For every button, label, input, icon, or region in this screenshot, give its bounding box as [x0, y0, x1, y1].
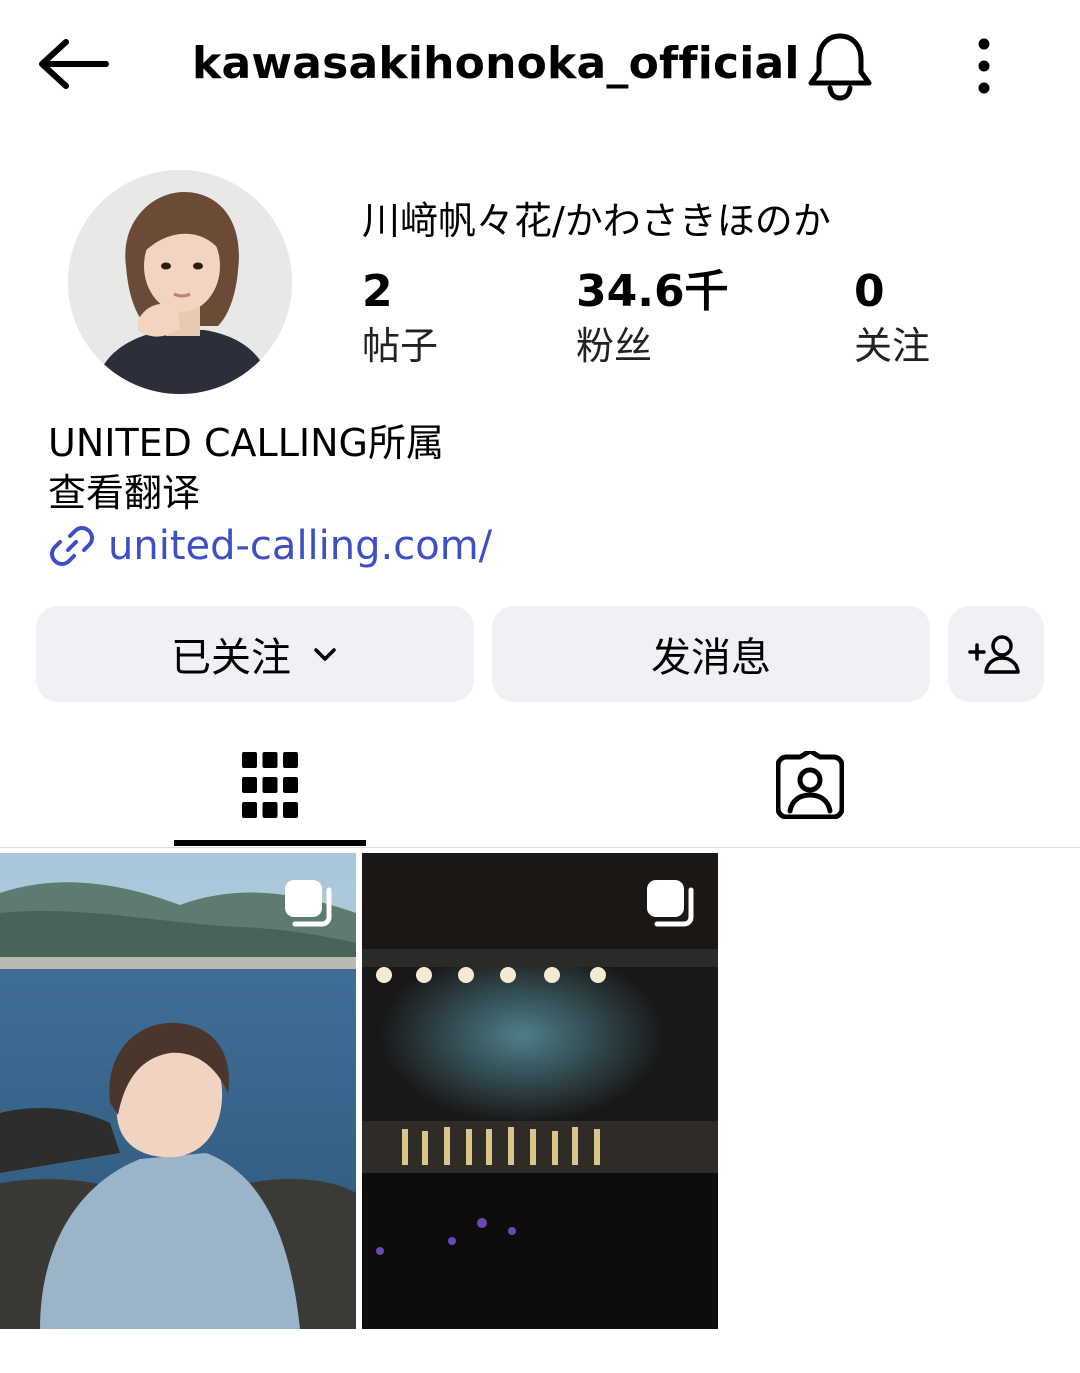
stat-followers[interactable]: 34.6千 粉丝 [576, 266, 729, 374]
bio: UNITED CALLING所属 查看翻译 [48, 418, 444, 518]
add-user-button[interactable] [948, 606, 1044, 702]
following-label: 关注 [854, 324, 931, 368]
link-text: united-calling.com/ [108, 523, 493, 569]
tab-posts-grid[interactable] [174, 722, 366, 848]
translate-link[interactable]: 查看翻译 [48, 468, 444, 518]
multiple-photos-icon [285, 880, 332, 927]
more-vertical-icon [978, 38, 990, 94]
followers-label: 粉丝 [576, 324, 653, 368]
notifications-button[interactable] [800, 28, 880, 104]
message-button[interactable]: 发消息 [492, 606, 930, 702]
following-count: 0 [854, 266, 885, 317]
profile-tabs [0, 722, 1080, 848]
active-tab-indicator [174, 840, 366, 846]
posts-count: 2 [362, 266, 393, 317]
display-name: 川﨑帆々花/かわさきほのか [362, 199, 831, 243]
multiple-photos-icon [647, 880, 694, 927]
chevron-down-icon [314, 648, 336, 661]
tagged-person-icon [776, 751, 844, 819]
post-thumbnail[interactable] [0, 853, 356, 1329]
stat-posts[interactable]: 2 帖子 [362, 266, 438, 374]
grid-icon [242, 752, 298, 818]
back-button[interactable] [30, 32, 114, 96]
arrow-left-icon [39, 39, 109, 89]
link-icon [50, 526, 94, 566]
more-options-button[interactable] [960, 32, 1008, 100]
bio-text: UNITED CALLING所属 [48, 421, 444, 465]
bell-icon [808, 33, 872, 101]
followers-count: 34.6千 [576, 266, 729, 317]
message-button-label: 发消息 [651, 635, 771, 681]
stat-following[interactable]: 0 关注 [854, 266, 930, 374]
following-button[interactable]: 已关注 [36, 606, 474, 702]
profile-username: kawasakihonoka_official [192, 38, 800, 89]
top-bar: kawasakihonoka_official [0, 0, 1080, 130]
tab-tagged[interactable] [714, 722, 906, 848]
profile-avatar[interactable] [68, 170, 292, 394]
following-button-label: 已关注 [171, 635, 291, 681]
add-user-icon [968, 635, 1020, 674]
post-thumbnail[interactable] [362, 853, 718, 1329]
posts-label: 帖子 [362, 324, 439, 368]
avatar-photo [68, 170, 292, 394]
external-link[interactable]: united-calling.com/ [48, 520, 492, 572]
